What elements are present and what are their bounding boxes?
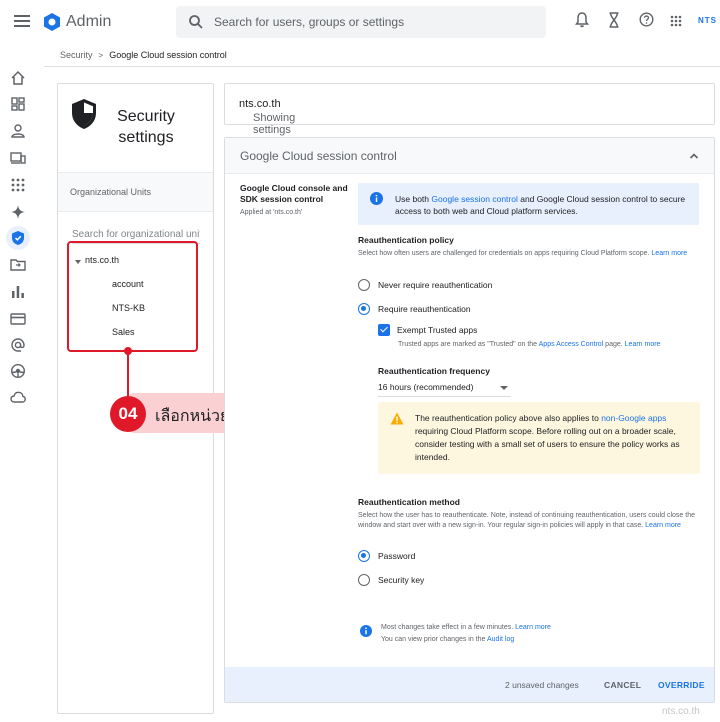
cancel-button[interactable]: CANCEL <box>604 680 641 690</box>
showing-settings-bar: Showing settings for users in nts.co.th <box>224 83 715 160</box>
watermark: nts.co.th <box>662 706 700 717</box>
warning-banner: The reauthentication policy above also a… <box>378 402 700 474</box>
ou-header: Organizational Units <box>58 172 213 212</box>
hourglass-icon[interactable] <box>608 12 620 28</box>
radio-security-key-label[interactable]: Security key <box>378 575 424 585</box>
ou-tree-highlight: nts.co.th account NTS-KB Sales <box>67 241 198 352</box>
folder-icon[interactable] <box>10 257 26 273</box>
warning-icon <box>390 412 404 425</box>
caret-down-icon[interactable] <box>75 260 81 264</box>
app-title[interactable]: Admin <box>66 13 111 31</box>
help-icon[interactable] <box>639 12 654 27</box>
info-text: Use both Google session control and Goog… <box>395 194 686 216</box>
breadcrumb-current: Google Cloud session control <box>109 50 227 60</box>
reauth-frequency-select[interactable]: 16 hours (recommended) <box>378 379 511 397</box>
security-shield-icon-large <box>72 99 96 129</box>
annotation-step-number: 04 <box>110 396 146 432</box>
setting-name: Google Cloud console and SDK session con… <box>240 183 348 204</box>
brand-logo[interactable]: NTS <box>698 16 717 25</box>
account-at-icon[interactable] <box>10 337 26 353</box>
billing-icon[interactable] <box>10 311 26 327</box>
action-bar: 2 unsaved changes CANCEL OVERRIDE <box>225 667 714 702</box>
rules-icon[interactable] <box>10 363 26 379</box>
chevron-right-icon: > <box>98 50 104 60</box>
annotation-dot <box>124 347 132 355</box>
reauth-frequency-value: 16 hours (recommended) <box>378 382 474 392</box>
warning-text: The reauthentication policy above also a… <box>415 413 680 462</box>
exempt-note: Trusted apps are marked as "Trusted" on … <box>398 341 661 348</box>
search-icon <box>189 15 203 29</box>
card-title: Google Cloud session control <box>240 149 397 163</box>
apps-grid-icon[interactable] <box>670 15 682 27</box>
applied-at: Applied at 'nts.co.th' <box>240 209 303 216</box>
apps-icon[interactable] <box>10 177 26 193</box>
ou-item-sales[interactable]: Sales <box>112 327 135 337</box>
override-button[interactable]: OVERRIDE <box>658 680 705 690</box>
card-header[interactable]: Google Cloud session control <box>225 138 714 174</box>
info-banner: Use both Google session control and Goog… <box>358 183 699 225</box>
cloud-icon[interactable] <box>10 389 26 405</box>
radio-password-label[interactable]: Password <box>378 551 415 561</box>
security-shield-icon[interactable] <box>10 230 26 246</box>
reauth-method-description: Select how the user has to reauthenticat… <box>358 512 695 529</box>
non-google-apps-link[interactable]: non-Google apps <box>601 413 666 423</box>
gemini-icon[interactable] <box>10 204 26 220</box>
ou-item-account[interactable]: account <box>112 279 144 289</box>
info-icon <box>360 625 372 637</box>
search-box[interactable] <box>176 6 546 38</box>
radio-never-reauth-label[interactable]: Never require reauthentication <box>378 280 492 290</box>
admin-logo-icon[interactable] <box>42 12 62 32</box>
dashboard-icon[interactable] <box>10 96 26 112</box>
showing-domain: nts.co.th <box>239 98 281 110</box>
left-rail <box>0 66 36 722</box>
ou-item-nts-kb[interactable]: NTS-KB <box>112 303 145 313</box>
panel-title: Security settings <box>117 108 175 146</box>
home-icon[interactable] <box>10 70 26 86</box>
showing-text: Showing settings for users in nts.co.th <box>239 98 296 160</box>
info-icon <box>370 192 383 205</box>
reauth-policy-description: Select how often users are challenged fo… <box>358 250 688 257</box>
exempt-trusted-apps-label[interactable]: Exempt Trusted apps <box>397 325 477 335</box>
reauth-method-heading: Reauthentication method <box>358 497 461 507</box>
exempt-learn-more-link[interactable]: Learn more <box>625 341 661 348</box>
footer-learn-more-link[interactable]: Learn more <box>515 624 551 631</box>
exempt-trusted-apps-checkbox[interactable] <box>378 324 390 336</box>
top-bar: Admin NTS <box>0 0 720 44</box>
dropdown-arrow-icon <box>500 386 508 390</box>
radio-security-key[interactable] <box>358 574 370 586</box>
audit-log-link[interactable]: Audit log <box>487 636 514 643</box>
header-divider <box>44 66 720 67</box>
reauth-policy-learn-more-link[interactable]: Learn more <box>651 250 687 257</box>
reporting-icon[interactable] <box>10 284 26 300</box>
radio-password[interactable] <box>358 550 370 562</box>
user-icon[interactable] <box>10 123 26 139</box>
devices-icon[interactable] <box>10 150 26 166</box>
session-control-card: Google Cloud session control Google Clou… <box>224 137 715 703</box>
chevron-up-icon[interactable] <box>689 151 699 161</box>
reauth-frequency-heading: Reauthentication frequency <box>378 366 490 376</box>
unsaved-changes-count: 2 unsaved changes <box>505 680 579 690</box>
radio-never-reauth[interactable] <box>358 279 370 291</box>
breadcrumb: Security > Google Cloud session control <box>60 48 227 62</box>
google-session-control-link[interactable]: Google session control <box>431 194 517 204</box>
main-menu-icon[interactable] <box>14 15 30 27</box>
ou-header-label: Organizational Units <box>70 187 152 197</box>
footer-note-text: Most changes take effect in a few minute… <box>381 624 551 643</box>
breadcrumb-security-link[interactable]: Security <box>60 50 93 60</box>
notifications-icon[interactable] <box>575 12 589 28</box>
apps-access-control-link[interactable]: Apps Access Control <box>539 341 604 348</box>
reauth-policy-heading: Reauthentication policy <box>358 235 454 245</box>
search-input[interactable] <box>214 13 534 31</box>
radio-require-reauth-label[interactable]: Require reauthentication <box>378 304 471 314</box>
reauth-method-learn-more-link[interactable]: Learn more <box>645 522 681 529</box>
radio-require-reauth[interactable] <box>358 303 370 315</box>
ou-root-nts-co-th[interactable]: nts.co.th <box>85 255 119 265</box>
